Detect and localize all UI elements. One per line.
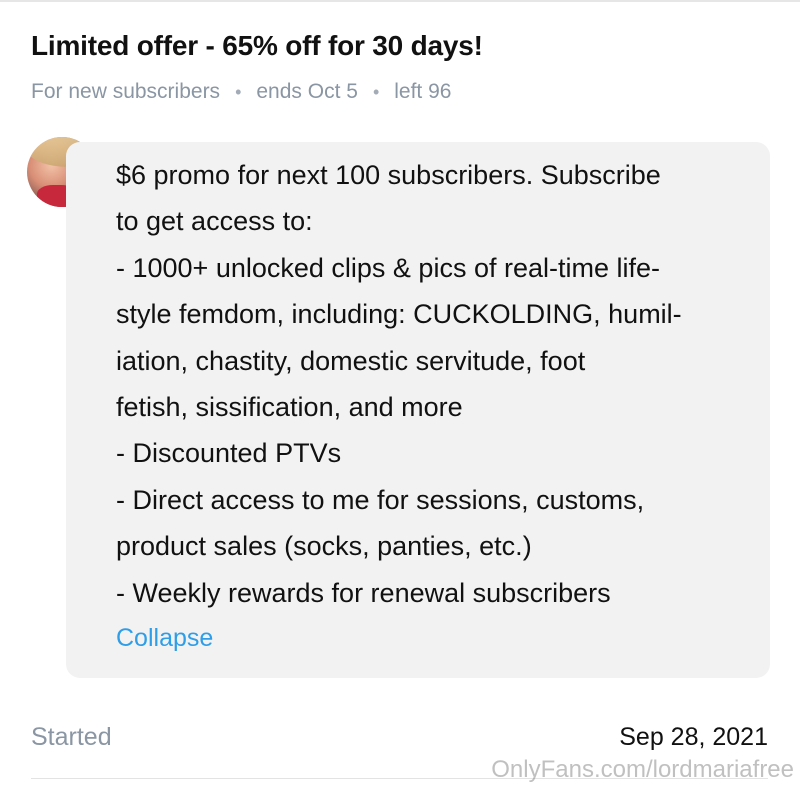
message-line: fetish, sissification, and more bbox=[116, 392, 463, 423]
message-text: $6 promo for next 100 subscribers. Subsc… bbox=[116, 152, 756, 616]
message-line: product sales (socks, panties, etc.) bbox=[116, 531, 532, 562]
offer-left: left 96 bbox=[394, 80, 452, 103]
message-line: - 1000+ unlocked clips & pics of real-ti… bbox=[116, 252, 660, 283]
offer-ends: ends Oct 5 bbox=[256, 80, 358, 103]
started-date: Sep 28, 2021 bbox=[619, 723, 768, 751]
offer-title: Limited offer - 65% off for 30 days! bbox=[31, 30, 483, 61]
offer-meta: For new subscribers • ends Oct 5 • left … bbox=[31, 80, 451, 104]
message-line: - Direct access to me for sessions, cust… bbox=[116, 484, 645, 515]
message-line: $6 promo for next 100 subscribers. Subsc… bbox=[116, 160, 661, 190]
top-divider bbox=[0, 0, 800, 2]
message-line: - Weekly rewards for renewal subscribers bbox=[116, 577, 611, 608]
meta-separator: • bbox=[372, 81, 380, 102]
watermark: OnlyFans.com/lordmariafree bbox=[491, 756, 794, 783]
offer-audience: For new subscribers bbox=[31, 80, 221, 103]
message-line: iation, chastity, domestic servitude, fo… bbox=[116, 345, 586, 376]
meta-separator: • bbox=[235, 81, 242, 102]
collapse-link[interactable]: Collapse bbox=[116, 624, 213, 653]
message-line: to get access to: bbox=[116, 206, 313, 237]
started-label: Started bbox=[31, 723, 112, 751]
message-line: style femdom, including: CUCKOLDING, hum… bbox=[116, 299, 682, 330]
message-line: - Discounted PTVs bbox=[116, 438, 342, 469]
